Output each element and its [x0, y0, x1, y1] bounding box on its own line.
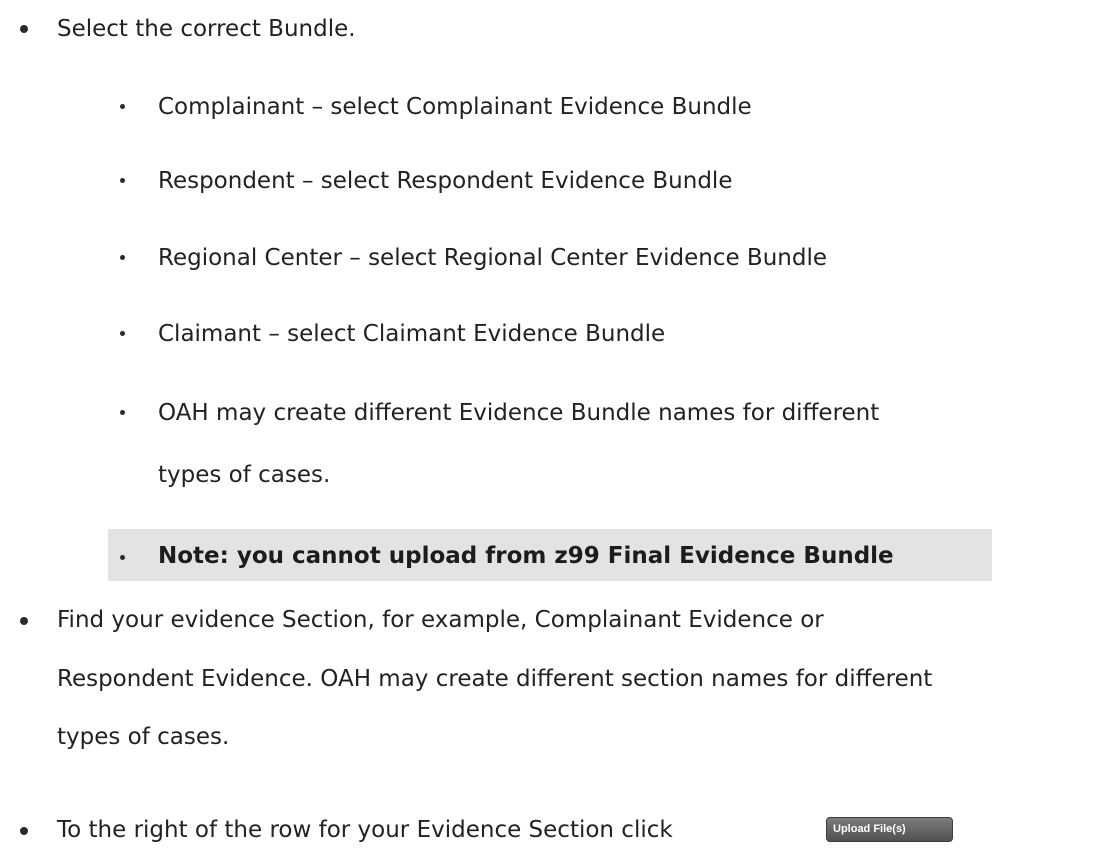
sub-bullet-icon: [120, 104, 125, 109]
sub-bullet-icon: [120, 410, 125, 415]
sub-instruction-text: OAH may create different Evidence Bundle…: [158, 400, 880, 426]
instruction-text: To the right of the row for your Evidenc…: [57, 817, 673, 843]
instruction-text-continued: Respondent Evidence. OAH may create diff…: [57, 666, 933, 692]
sub-bullet-icon: [120, 331, 125, 336]
sub-instruction-text: Complainant – select Complainant Evidenc…: [158, 94, 752, 120]
bullet-icon: [20, 827, 28, 835]
sub-instruction-text: Claimant – select Claimant Evidence Bund…: [158, 321, 666, 347]
sub-bullet-icon: [120, 178, 125, 183]
sub-instruction-text: Regional Center – select Regional Center…: [158, 245, 828, 271]
instruction-text: Select the correct Bundle.: [57, 16, 356, 42]
upload-files-button[interactable]: Upload File(s): [826, 817, 953, 842]
sub-bullet-icon: [120, 255, 125, 260]
sub-bullet-icon: [120, 555, 125, 560]
sub-instruction-text: Respondent – select Respondent Evidence …: [158, 168, 733, 194]
instruction-text-continued: types of cases.: [57, 724, 230, 750]
sub-instruction-text-continued: types of cases.: [158, 462, 331, 488]
note-text: Note: you cannot upload from z99 Final E…: [158, 543, 894, 569]
bullet-icon: [20, 617, 28, 625]
bullet-icon: [20, 25, 28, 33]
instruction-text: Find your evidence Section, for example,…: [57, 607, 824, 633]
